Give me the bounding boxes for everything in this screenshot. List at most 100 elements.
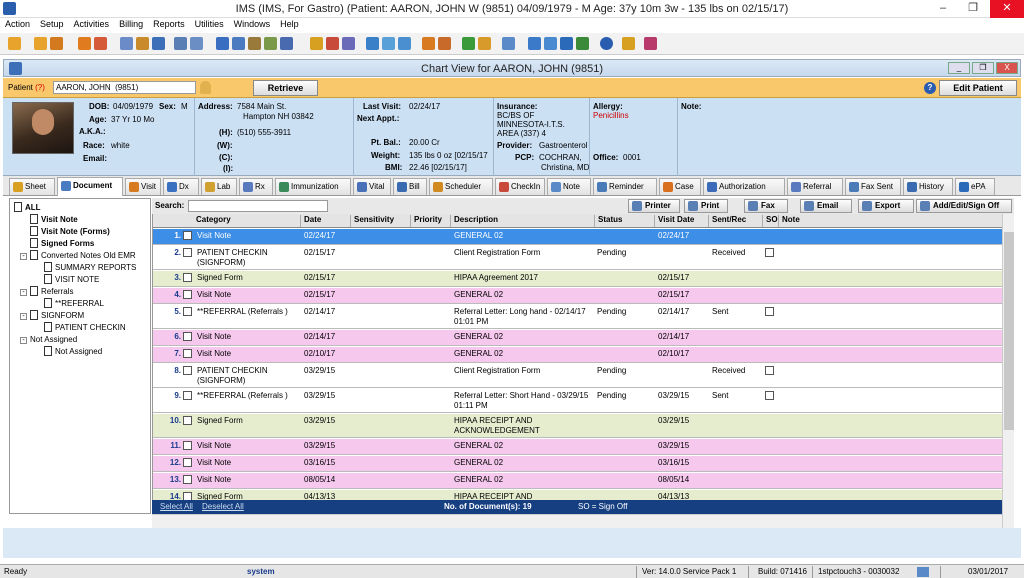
table-row[interactable]: 4. Visit Note 02/15/17 GENERAL 02 02/15/17 — [153, 288, 1002, 304]
table-row[interactable]: 9. **REFERRAL (Referrals ) 03/29/15 Referra… — [153, 389, 1002, 413]
menu-utilities[interactable]: Utilities — [190, 18, 229, 30]
col-priority[interactable]: Priority — [411, 215, 451, 227]
record-icon[interactable] — [342, 37, 355, 50]
users-icon[interactable] — [50, 37, 63, 50]
table-row[interactable]: 6. Visit Note 02/14/17 GENERAL 02 02/14/17 — [153, 330, 1002, 346]
col-visit-date[interactable]: Visit Date — [655, 215, 709, 227]
transfer-icon[interactable] — [280, 37, 293, 50]
menu-windows[interactable]: Windows — [229, 18, 276, 30]
message-icon[interactable] — [382, 37, 395, 50]
col-description[interactable]: Description — [451, 215, 595, 227]
printer-button[interactable]: Printer — [628, 199, 680, 213]
sync-icon[interactable] — [216, 37, 229, 50]
select-all-link[interactable]: Select All — [160, 502, 193, 511]
row-checkbox[interactable] — [183, 332, 192, 341]
tree-converted[interactable]: - Converted Notes Old EMR — [20, 250, 136, 261]
patient-lookup-icon[interactable] — [200, 81, 211, 94]
row-checkbox[interactable] — [183, 349, 192, 358]
retrieve-button[interactable]: Retrieve — [253, 80, 318, 96]
menu-action[interactable]: Action — [0, 18, 35, 30]
tab-epa[interactable]: ePA — [955, 178, 995, 195]
minimize-button[interactable]: – — [928, 0, 958, 18]
table-row[interactable]: 5. **REFERRAL (Referrals ) 02/14/17 Referra… — [153, 305, 1002, 329]
tab-bill[interactable]: Bill — [393, 178, 427, 195]
table-row[interactable]: 1. Visit Note 02/24/17 GENERAL 02 02/24/17 — [153, 229, 1002, 245]
help-icon[interactable]: ? — [924, 82, 936, 94]
fax-button[interactable]: Fax — [744, 199, 788, 213]
collapse-icon[interactable]: - — [20, 253, 27, 260]
collapse-icon[interactable]: - — [20, 313, 27, 320]
row-checkbox[interactable] — [183, 492, 192, 500]
scroll-thumb[interactable] — [1004, 232, 1014, 430]
table-row[interactable]: 2. PATIENT CHECKIN (SIGNFORM) 02/15/17 Clie… — [153, 246, 1002, 270]
print-button[interactable]: Print — [684, 199, 728, 213]
col-note[interactable]: Note — [779, 215, 1002, 227]
row-checkbox[interactable] — [183, 290, 192, 299]
grid-icon[interactable] — [502, 37, 515, 50]
report-icon[interactable] — [422, 37, 435, 50]
col-status[interactable]: Status — [595, 215, 655, 227]
tree-visit-note[interactable]: Visit Note — [30, 214, 78, 225]
row-checkbox[interactable] — [183, 366, 192, 375]
close-button[interactable]: ✕ — [990, 0, 1024, 18]
patient-icon[interactable] — [8, 37, 21, 50]
row-checkbox[interactable] — [183, 441, 192, 450]
tree-visit-note-forms[interactable]: Visit Note (Forms) — [30, 226, 110, 237]
add-edit-sign-off-button[interactable]: Add/Edit/Sign Off — [916, 199, 1012, 213]
row-checkbox[interactable] — [183, 475, 192, 484]
table-row[interactable]: 14. Signed Form 04/13/13 HIPAA RECEIPT AND … — [153, 490, 1002, 500]
row-checkbox[interactable] — [183, 458, 192, 467]
briefcase-icon[interactable] — [478, 37, 491, 50]
chart-restore-button[interactable]: ❐ — [972, 62, 994, 74]
email-button[interactable]: Email — [800, 199, 852, 213]
tab-history[interactable]: History — [903, 178, 953, 195]
tree-summary-reports[interactable]: SUMMARY REPORTS — [44, 262, 136, 273]
tree-visit-note-old[interactable]: VISIT NOTE — [44, 274, 99, 285]
row-so-checkbox[interactable] — [765, 248, 774, 257]
tab-referral[interactable]: Referral — [787, 178, 843, 195]
table-row[interactable]: 3. Signed Form 02/15/17 HIPAA Agreement 201… — [153, 271, 1002, 287]
folder-edit-icon[interactable] — [94, 37, 107, 50]
tree-patient-checkin[interactable]: PATIENT CHECKIN — [44, 322, 126, 333]
menu-reports[interactable]: Reports — [148, 18, 190, 30]
bar-chart-icon[interactable] — [462, 37, 475, 50]
table-row[interactable]: 7. Visit Note 02/10/17 GENERAL 02 02/10/17 — [153, 347, 1002, 363]
horizontal-scrollbar[interactable] — [152, 514, 1002, 528]
table-row[interactable]: 12. Visit Note 03/16/15 GENERAL 02 03/16/15 — [153, 456, 1002, 472]
folder-open-icon[interactable] — [438, 37, 451, 50]
tree-referrals[interactable]: - Referrals — [20, 286, 73, 297]
flag-icon[interactable] — [326, 37, 339, 50]
row-so-checkbox[interactable] — [765, 307, 774, 316]
menu-billing[interactable]: Billing — [114, 18, 148, 30]
menu-activities[interactable]: Activities — [69, 18, 115, 30]
tree-signform[interactable]: - SIGNFORM — [20, 310, 84, 321]
exchange-icon[interactable] — [544, 37, 557, 50]
export-button[interactable]: Export — [858, 199, 914, 213]
building-icon[interactable] — [248, 37, 261, 50]
col-sensitivity[interactable]: Sensitivity — [351, 215, 411, 227]
collapse-icon[interactable]: - — [20, 337, 27, 344]
people-icon[interactable] — [264, 37, 277, 50]
tab-note[interactable]: Note — [547, 178, 591, 195]
tab-dx[interactable]: Dx — [163, 178, 199, 195]
edit-patient-button[interactable]: Edit Patient — [939, 80, 1017, 96]
excel-icon[interactable] — [576, 37, 589, 50]
tab-lab[interactable]: Lab — [201, 178, 237, 195]
refresh-icon[interactable] — [528, 37, 541, 50]
row-checkbox[interactable] — [183, 307, 192, 316]
row-checkbox[interactable] — [183, 416, 192, 425]
document-icon[interactable] — [120, 37, 133, 50]
tab-document[interactable]: Document — [57, 177, 123, 196]
table-row[interactable]: 11. Visit Note 03/29/15 GENERAL 02 03/29/15 — [153, 439, 1002, 455]
row-so-checkbox[interactable] — [765, 391, 774, 400]
tab-immunization[interactable]: Immunization — [275, 178, 351, 195]
tab-checkin[interactable]: CheckIn — [495, 178, 545, 195]
tab-fax-sent[interactable]: Fax Sent — [845, 178, 901, 195]
list-icon[interactable] — [190, 37, 203, 50]
chart-close-button[interactable]: X — [996, 62, 1018, 74]
tab-authorization[interactable]: Authorization — [703, 178, 785, 195]
row-checkbox[interactable] — [183, 231, 192, 240]
tab-scheduler[interactable]: Scheduler — [429, 178, 493, 195]
tab-reminder[interactable]: Reminder — [593, 178, 657, 195]
chart-icon[interactable] — [310, 37, 323, 50]
